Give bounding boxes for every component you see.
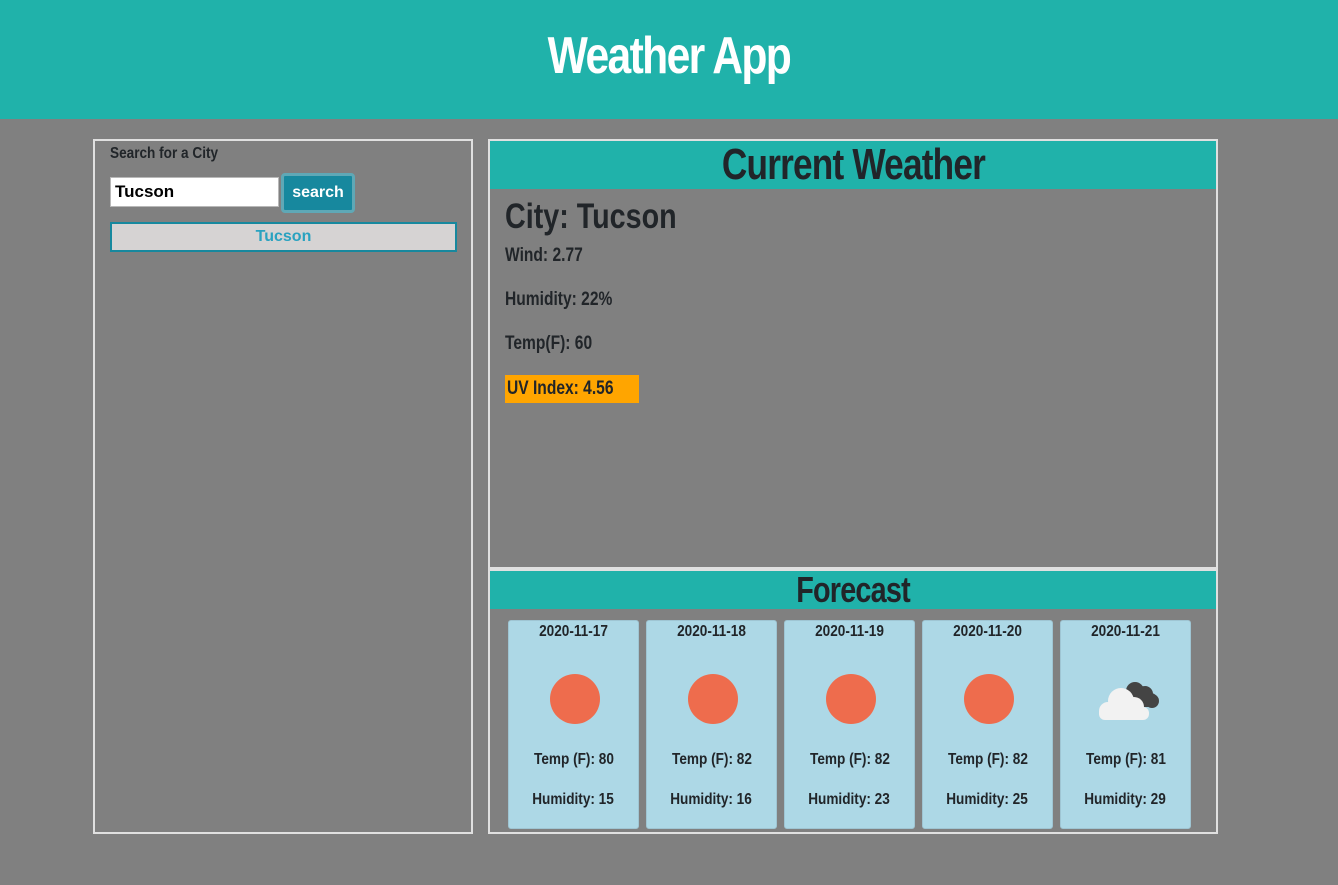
forecast-humidity: Humidity: 15 [532,791,615,808]
search-panel: Search for a City search Tucson [93,139,473,834]
forecast-humidity: Humidity: 25 [946,791,1029,808]
forecast-card: 2020-11-19 Temp (F): 82 Humidity: 23 [784,620,915,829]
forecast-card: 2020-11-21 Temp (F): 81 Humidity: 29 [1060,620,1191,829]
forecast-cards: 2020-11-17 Temp (F): 80 Humidity: 15 202… [508,620,1191,829]
forecast-temp: Temp (F): 82 [947,751,1028,768]
forecast-title: Forecast [796,569,910,610]
current-weather-title: Current Weather [721,140,985,189]
forecast-date: 2020-11-20 [953,623,1022,640]
forecast-temp: Temp (F): 81 [1085,751,1166,768]
forecast-date: 2020-11-19 [815,623,884,640]
current-weather-header: Current Weather [490,140,1216,189]
search-button[interactable]: search [281,173,355,213]
city-search-input[interactable] [110,177,279,207]
sun-icon [687,673,739,725]
forecast-date: 2020-11-17 [539,623,608,640]
sun-icon [825,673,877,725]
forecast-temp: Temp (F): 80 [533,751,614,768]
cloud-icon [1091,675,1163,721]
forecast-date: 2020-11-21 [1091,623,1160,640]
search-history-item[interactable]: Tucson [110,222,457,252]
temp-value: Temp(F): 60 [505,333,593,354]
forecast-panel: Forecast 2020-11-17 Temp (F): 80 Humidit… [488,569,1218,834]
forecast-temp: Temp (F): 82 [671,751,752,768]
sun-icon [549,673,601,725]
search-label: Search for a City [110,145,219,162]
sun-icon [963,673,1015,725]
forecast-card: 2020-11-18 Temp (F): 82 Humidity: 16 [646,620,777,829]
uv-index-value: UV Index: 4.56 [507,378,614,399]
app-header: Weather App [0,0,1338,119]
app-title: Weather App [547,26,792,85]
forecast-humidity: Humidity: 29 [1084,791,1167,808]
forecast-humidity: Humidity: 16 [670,791,753,808]
forecast-temp: Temp (F): 82 [809,751,890,768]
forecast-date: 2020-11-18 [677,623,746,640]
forecast-card: 2020-11-17 Temp (F): 80 Humidity: 15 [508,620,639,829]
forecast-humidity: Humidity: 23 [808,791,891,808]
humidity-value: Humidity: 22% [505,289,613,310]
forecast-header: Forecast [490,569,1216,610]
uv-index-badge: UV Index: 4.56 [505,375,639,403]
wind-value: Wind: 2.77 [505,245,583,266]
forecast-card: 2020-11-20 Temp (F): 82 Humidity: 25 [922,620,1053,829]
city-name: City: Tucson [505,197,677,236]
current-weather-panel: Current Weather City: Tucson Wind: 2.77 … [488,139,1218,569]
